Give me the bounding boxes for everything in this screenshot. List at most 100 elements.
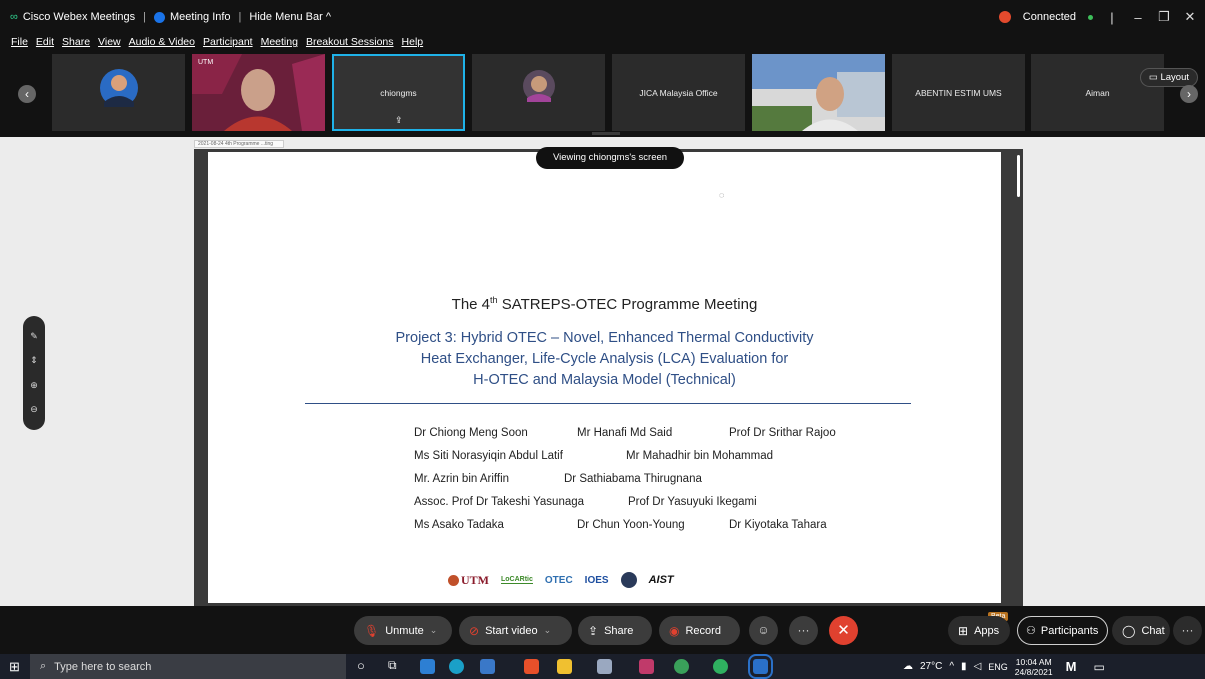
menu-file[interactable]: File	[11, 36, 28, 52]
participants-button[interactable]: ⚇ Participants	[1017, 616, 1108, 645]
slide-subtitle-line: Heat Exchanger, Life-Cycle Analysis (LCA…	[420, 351, 789, 367]
chevron-up-icon[interactable]: ^	[949, 661, 954, 672]
slide-title-sup: th	[490, 295, 498, 305]
participant-video: UTM	[192, 54, 325, 131]
participant-tile-sharing[interactable]: chiongms ⇪	[332, 54, 465, 131]
mail-icon[interactable]	[420, 659, 435, 674]
author: Mr Hanafi Md Said	[577, 427, 673, 439]
task-view-icon[interactable]: ⧉	[388, 658, 397, 673]
zoom-out-icon[interactable]: ⊖	[30, 404, 38, 415]
participant-tile[interactable]: JICA Malaysia Office	[612, 54, 745, 131]
temperature[interactable]: 27°C	[920, 661, 942, 672]
participant-strip: ‹ UTM chiongms ⇪ JICA Malaysia Office AB…	[0, 52, 1205, 135]
author: Mr. Azrin bin Ariffin	[414, 473, 510, 485]
annotate-icon[interactable]: ✎	[30, 331, 38, 342]
meeting-info-link[interactable]: Meeting Info	[170, 11, 231, 23]
slide-title-text-rest: SATREPS-OTEC Programme Meeting	[497, 296, 758, 313]
record-label: Record	[685, 624, 721, 637]
participant-tile[interactable]	[52, 54, 185, 131]
apps-button[interactable]: ⊞ Apps	[948, 616, 1010, 645]
language-indicator[interactable]: ENG	[988, 662, 1008, 672]
shared-screen-area: 2021-08-24 4th Programme ...ting ◌ The 4…	[0, 137, 1205, 606]
pointer-icon[interactable]: ⇕	[30, 355, 38, 366]
title-bar: ∞ Cisco Webex Meetings | Meeting Info | …	[0, 0, 1205, 36]
edge-icon[interactable]	[449, 659, 464, 674]
strip-next-button[interactable]: ›	[1180, 85, 1198, 103]
search-placeholder: Type here to search	[54, 660, 152, 673]
chat-button[interactable]: ◯ Chat	[1112, 616, 1170, 645]
notification-app-icon[interactable]: M	[1066, 659, 1077, 674]
restore-icon[interactable]: ❐	[1157, 9, 1171, 25]
notifications-icon[interactable]: ▭	[1093, 660, 1104, 674]
participant-tile[interactable]: ABENTIN ESTIM UMS	[892, 54, 1025, 131]
title-right: Connected | – ❐ ✕	[998, 9, 1197, 25]
menu-breakout-sessions[interactable]: Breakout Sessions	[306, 36, 394, 52]
participant-tile[interactable]: UTM	[192, 54, 325, 131]
app-icon[interactable]	[639, 659, 654, 674]
webex-taskbar-icon[interactable]	[748, 654, 773, 679]
participant-tile[interactable]: Aiman	[1031, 54, 1164, 131]
unmute-button[interactable]: 🎙 Unmute ⌄	[354, 616, 452, 645]
windows-taskbar: ⊞ ⌕ Type here to search ○ ⧉ ☁ 27°C ^ ▮ ◁…	[0, 654, 1205, 679]
close-icon[interactable]: ✕	[1183, 9, 1197, 25]
slide-divider	[305, 403, 911, 404]
participant-tile[interactable]	[472, 54, 605, 131]
menu-share[interactable]: Share	[62, 36, 90, 52]
leave-meeting-button[interactable]: ✕	[829, 616, 858, 645]
clock[interactable]: 10:04 AM 24/8/2021	[1015, 657, 1053, 677]
chevron-down-icon: ⌄	[429, 625, 438, 635]
ioes-logo: IOES	[584, 574, 609, 586]
title-left: ∞ Cisco Webex Meetings | Meeting Info | …	[10, 11, 331, 23]
more-options-button[interactable]: ···	[789, 616, 818, 645]
author: Dr Chun Yoon-Young	[577, 519, 685, 531]
author: Prof Dr Yasuyuki Ikegami	[628, 496, 757, 508]
minimize-icon[interactable]: –	[1131, 10, 1145, 25]
volume-icon[interactable]: ◁	[974, 661, 982, 672]
hide-menu-bar-button[interactable]: Hide Menu Bar ^	[249, 11, 331, 23]
zoom-in-icon[interactable]: ⊕	[30, 380, 38, 391]
slide-scrollbar[interactable]	[1017, 155, 1020, 197]
menu-edit[interactable]: Edit	[36, 36, 54, 52]
chrome-icon[interactable]	[713, 659, 728, 674]
taskbar-search[interactable]: ⌕ Type here to search	[30, 654, 346, 679]
menu-audio-video[interactable]: Audio & Video	[129, 36, 195, 52]
share-button[interactable]: ⇪ Share	[578, 616, 652, 645]
divider-icon: |	[1110, 9, 1114, 25]
store-icon[interactable]	[480, 659, 495, 674]
reactions-button[interactable]: ☺	[749, 616, 778, 645]
strip-resize-handle[interactable]	[592, 132, 620, 135]
menu-help[interactable]: Help	[402, 36, 424, 52]
windows-start-icon[interactable]: ⊞	[9, 659, 20, 675]
separator: |	[238, 11, 242, 23]
network-icon[interactable]: ▮	[961, 661, 967, 672]
author: Dr Sathiabama Thirugnana	[564, 473, 702, 485]
participant-tile[interactable]	[752, 54, 885, 131]
otec-logo: OTEC	[544, 574, 573, 586]
file-explorer-icon[interactable]	[557, 659, 572, 674]
participant-name: Aiman	[1085, 87, 1110, 98]
cortana-icon[interactable]: ○	[357, 658, 365, 673]
strip-prev-button[interactable]: ‹	[18, 85, 36, 103]
app-icon[interactable]	[597, 659, 612, 674]
start-video-label: Start video	[485, 624, 538, 637]
viewing-screen-label: Viewing chiongms's screen	[536, 147, 684, 169]
system-tray: ☁ 27°C ^ ▮ ◁ ENG 10:04 AM 24/8/2021 M ▭	[903, 654, 1105, 679]
menu-view[interactable]: View	[98, 36, 121, 52]
utm-logo: UTM	[448, 573, 489, 588]
connection-status[interactable]: Connected	[1023, 11, 1076, 23]
participant-name: JICA Malaysia Office	[639, 87, 718, 98]
record-button[interactable]: ◉ Record	[659, 616, 740, 645]
chrome-icon[interactable]	[674, 659, 689, 674]
chat-icon: ◯	[1122, 623, 1136, 638]
menu-meeting[interactable]: Meeting	[261, 36, 298, 52]
participant-video	[752, 72, 885, 131]
slide-title-text: The 4	[451, 296, 491, 313]
menu-participant[interactable]: Participant	[203, 36, 253, 52]
panel-more-button[interactable]: ···	[1173, 616, 1202, 645]
start-video-button[interactable]: ⊘ Start video ⌄	[459, 616, 572, 645]
cursor-icon: ◌	[719, 190, 725, 200]
video-off-icon: ⊘	[469, 623, 480, 638]
app-name: Cisco Webex Meetings	[22, 11, 136, 23]
meeting-controls: 🎙 Unmute ⌄ ⊘ Start video ⌄ ⇪ Share ◉ Rec…	[0, 606, 1205, 654]
office-icon[interactable]	[524, 659, 539, 674]
